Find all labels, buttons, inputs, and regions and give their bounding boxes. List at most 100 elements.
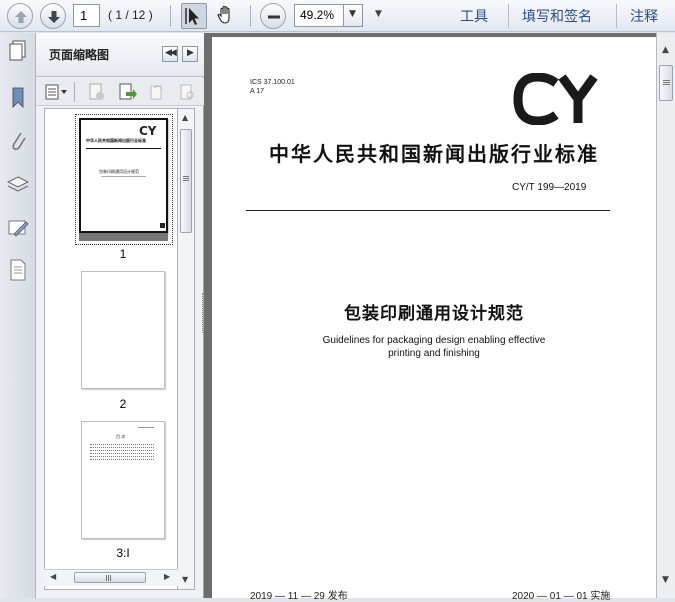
thumb-footer-strip bbox=[79, 233, 168, 241]
rotate-icon bbox=[150, 85, 163, 100]
document-viewport[interactable]: ICS 37.100.01 A 17 中华人民共和国新闻出版行业标准 CY/T … bbox=[204, 33, 656, 602]
toolbar-divider bbox=[170, 5, 171, 27]
scroll-left-arrow-icon[interactable]: ◀ bbox=[50, 572, 56, 581]
header-rule bbox=[246, 210, 610, 211]
cy-logo bbox=[513, 73, 598, 125]
document-scrollbar[interactable]: ▲ ▼ bbox=[656, 33, 675, 598]
scroll-up-arrow-icon[interactable]: ▲ bbox=[662, 45, 669, 55]
thumb-standard-title: 中华人民共和国新闻出版行业标准 bbox=[86, 138, 146, 143]
toolbar: 1 ( 1 / 12 ) 49.2% ▼ ▼ 工具 填写和签名 注释 bbox=[0, 0, 675, 32]
select-cursor-icon bbox=[185, 8, 199, 25]
ccs-line: A 17 bbox=[250, 88, 265, 95]
rotate-page-button[interactable] bbox=[146, 82, 168, 102]
toolbar-divider bbox=[250, 5, 251, 27]
scroll-down-arrow-icon[interactable]: ▼ bbox=[182, 575, 188, 584]
thumbnail-label: 1 bbox=[119, 247, 127, 261]
print-page-button[interactable] bbox=[176, 82, 198, 102]
thumbnail-list[interactable]: CY 中华人民共和国新闻出版行业标准 包装印刷通用设计规范 1 2 目 次 3:… bbox=[44, 108, 178, 590]
scroll-up-arrow-icon[interactable]: ▲ bbox=[182, 113, 188, 122]
zoom-dropdown-button[interactable]: ▼ bbox=[343, 4, 363, 27]
layers-button[interactable] bbox=[5, 171, 31, 197]
tools-button[interactable]: 工具 bbox=[460, 6, 488, 26]
ics-code: ICS 37.100.01 A 17 bbox=[250, 78, 295, 96]
bookmark-icon bbox=[12, 87, 24, 108]
document-icon bbox=[10, 259, 26, 281]
signatures-button[interactable] bbox=[5, 215, 31, 241]
thumb-text-line bbox=[90, 459, 154, 460]
implementation-date: 2020 — 01 — 01 实施 bbox=[512, 591, 611, 602]
page-count: ( 1 / 12 ) bbox=[108, 8, 153, 22]
double-chevron-left-icon: ◀◀ bbox=[165, 48, 177, 58]
arrow-down-icon bbox=[48, 11, 60, 23]
scroll-down-arrow-icon[interactable]: ▼ bbox=[662, 575, 669, 585]
insert-page-icon bbox=[119, 83, 137, 100]
thumbnail-horizontal-scrollbar[interactable]: ◀ ▶ bbox=[44, 569, 178, 586]
thumb-text-line bbox=[90, 444, 154, 445]
panel-header: 页面缩略图 ◀◀ ▶ bbox=[36, 33, 204, 77]
collapse-panel-button[interactable]: ◀◀ bbox=[162, 46, 178, 62]
thumbnail-page-1[interactable]: CY 中华人民共和国新闻出版行业标准 包装印刷通用设计规范 bbox=[79, 118, 168, 233]
previous-page-button[interactable] bbox=[7, 3, 33, 29]
thumb-text-line bbox=[101, 176, 146, 177]
grip-icon bbox=[663, 80, 670, 81]
grip-icon bbox=[183, 176, 189, 177]
document-title: 包装印刷通用设计规范 bbox=[344, 304, 524, 324]
scroll-right-arrow-icon[interactable]: ▶ bbox=[164, 572, 170, 581]
bookmarks-button[interactable] bbox=[5, 85, 31, 111]
navigation-rail bbox=[0, 33, 36, 598]
english-title-line: Guidelines for packaging design enabling… bbox=[322, 335, 546, 346]
delete-page-icon bbox=[89, 83, 104, 100]
issue-date: 2019 — 11 — 29 发布 bbox=[250, 591, 348, 602]
list-options-icon bbox=[45, 84, 67, 100]
scrollbar-thumb[interactable] bbox=[180, 129, 192, 233]
more-tools-chevron-icon[interactable]: ▼ bbox=[375, 9, 382, 19]
fill-sign-button[interactable]: 填写和签名 bbox=[522, 6, 592, 26]
comment-button[interactable]: 注释 bbox=[630, 6, 658, 26]
page-number-input[interactable]: 1 bbox=[73, 4, 100, 27]
thumbnail-label: 2 bbox=[119, 397, 127, 411]
arrow-up-icon bbox=[15, 11, 27, 23]
thumbnail-toolbar bbox=[36, 78, 204, 106]
scrollbar-thumb[interactable] bbox=[659, 65, 673, 101]
thumb-text-line bbox=[138, 427, 154, 428]
content-button[interactable] bbox=[5, 257, 31, 283]
chevron-right-icon: ▶ bbox=[187, 48, 194, 58]
thumb-text-line bbox=[90, 453, 154, 454]
chevron-down-icon: ▼ bbox=[349, 9, 356, 19]
toolbar-divider bbox=[74, 82, 75, 102]
thumb-text-line bbox=[90, 447, 154, 448]
select-tool-button[interactable] bbox=[181, 3, 207, 29]
insert-pages-button[interactable] bbox=[116, 82, 138, 102]
thumb-logo: CY bbox=[139, 124, 157, 138]
toolbar-divider bbox=[616, 4, 617, 28]
signature-pen-icon bbox=[8, 220, 29, 237]
delete-pages-button[interactable] bbox=[86, 82, 108, 102]
thumbnail-scrollbar[interactable]: ▲ ▼ bbox=[178, 108, 195, 590]
hand-tool-button[interactable] bbox=[214, 3, 240, 29]
expand-panel-button[interactable]: ▶ bbox=[182, 46, 198, 62]
thumbnail-page-3[interactable]: 目 次 bbox=[81, 421, 165, 539]
standard-title: 中华人民共和国新闻出版行业标准 bbox=[269, 142, 599, 166]
scrollbar-thumb[interactable] bbox=[74, 572, 146, 583]
thumbnail-page-2[interactable] bbox=[81, 271, 165, 389]
thumb-corner-mark bbox=[160, 223, 165, 228]
options-menu-button[interactable] bbox=[44, 82, 67, 102]
minus-icon bbox=[268, 15, 280, 19]
ics-line: ICS 37.100.01 bbox=[250, 79, 295, 86]
thumbnails-panel: 页面缩略图 ◀◀ ▶ CY 中华人民共和国新闻出版行业标准 包装印刷通用设计规范… bbox=[36, 33, 204, 598]
next-page-button[interactable] bbox=[40, 3, 66, 29]
attachments-button[interactable] bbox=[5, 128, 31, 154]
paperclip-icon bbox=[12, 132, 26, 150]
thumb-text-line bbox=[90, 456, 154, 457]
toolbar-divider bbox=[508, 4, 509, 28]
hand-icon bbox=[217, 5, 230, 24]
thumb-contents-heading: 目 次 bbox=[116, 434, 126, 439]
page-thumbnails-button[interactable] bbox=[5, 37, 31, 63]
zoom-input[interactable]: 49.2% bbox=[294, 4, 344, 27]
zoom-out-button[interactable] bbox=[260, 3, 286, 29]
layers-icon bbox=[6, 176, 30, 192]
grip-icon bbox=[106, 575, 107, 581]
thumbnail-label: 3:I bbox=[116, 546, 130, 560]
document-page: ICS 37.100.01 A 17 中华人民共和国新闻出版行业标准 CY/T … bbox=[212, 37, 656, 602]
thumb-text-line bbox=[90, 450, 154, 451]
